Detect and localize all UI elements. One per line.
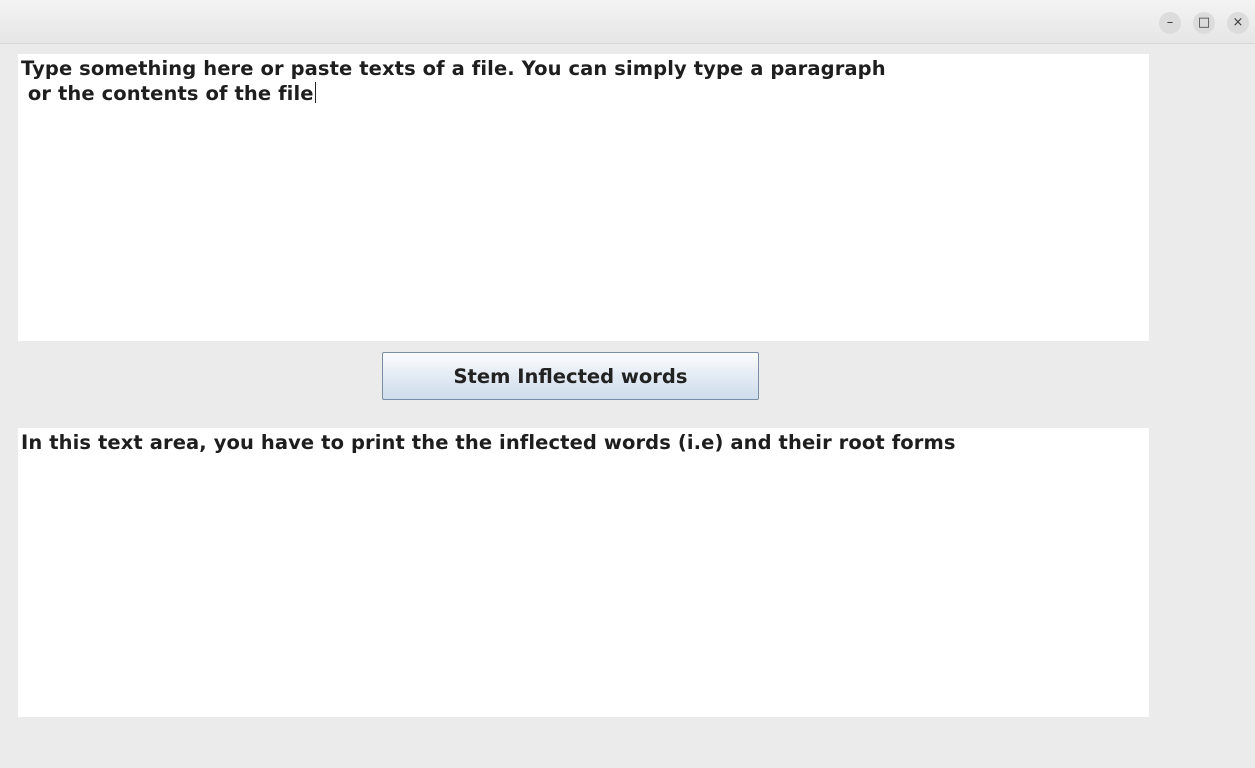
close-icon[interactable]: × [1227, 12, 1249, 34]
window-controls: – □ × [1159, 12, 1249, 34]
input-text: Type something here or paste texts of a … [21, 57, 886, 105]
input-text-area[interactable]: Type something here or paste texts of a … [18, 54, 1149, 341]
stem-inflected-words-button[interactable]: Stem Inflected words [382, 352, 759, 400]
stem-button-label: Stem Inflected words [453, 364, 688, 388]
title-bar[interactable]: – □ × [0, 0, 1255, 44]
output-text-area[interactable]: In this text area, you have to print the… [18, 428, 1149, 717]
output-text: In this text area, you have to print the… [21, 431, 956, 454]
maximize-icon[interactable]: □ [1193, 12, 1215, 34]
minimize-icon[interactable]: – [1159, 12, 1181, 34]
text-caret [314, 82, 316, 103]
app-window: – □ × Type something here or paste texts… [0, 0, 1255, 768]
